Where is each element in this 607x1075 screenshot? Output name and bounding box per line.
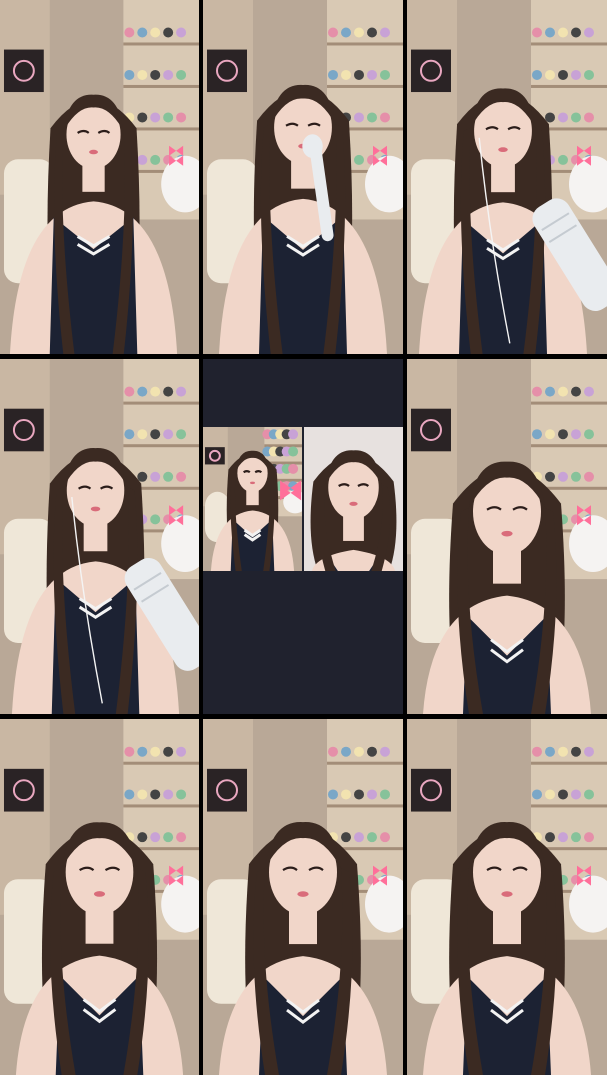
video-tile-7[interactable] bbox=[0, 719, 199, 1075]
video-tile-5[interactable] bbox=[203, 359, 403, 714]
video-tile-3[interactable] bbox=[407, 0, 607, 354]
video-tile-1[interactable] bbox=[0, 0, 199, 354]
video-tile-9[interactable] bbox=[407, 719, 607, 1075]
video-tile-6[interactable] bbox=[407, 359, 607, 714]
video-grid bbox=[0, 0, 607, 1075]
video-tile-2[interactable] bbox=[203, 0, 403, 354]
split-screen-inset bbox=[203, 427, 403, 571]
video-tile-4[interactable] bbox=[0, 359, 199, 714]
video-tile-8[interactable] bbox=[203, 719, 403, 1075]
split-left bbox=[203, 427, 302, 571]
split-right bbox=[304, 427, 403, 571]
